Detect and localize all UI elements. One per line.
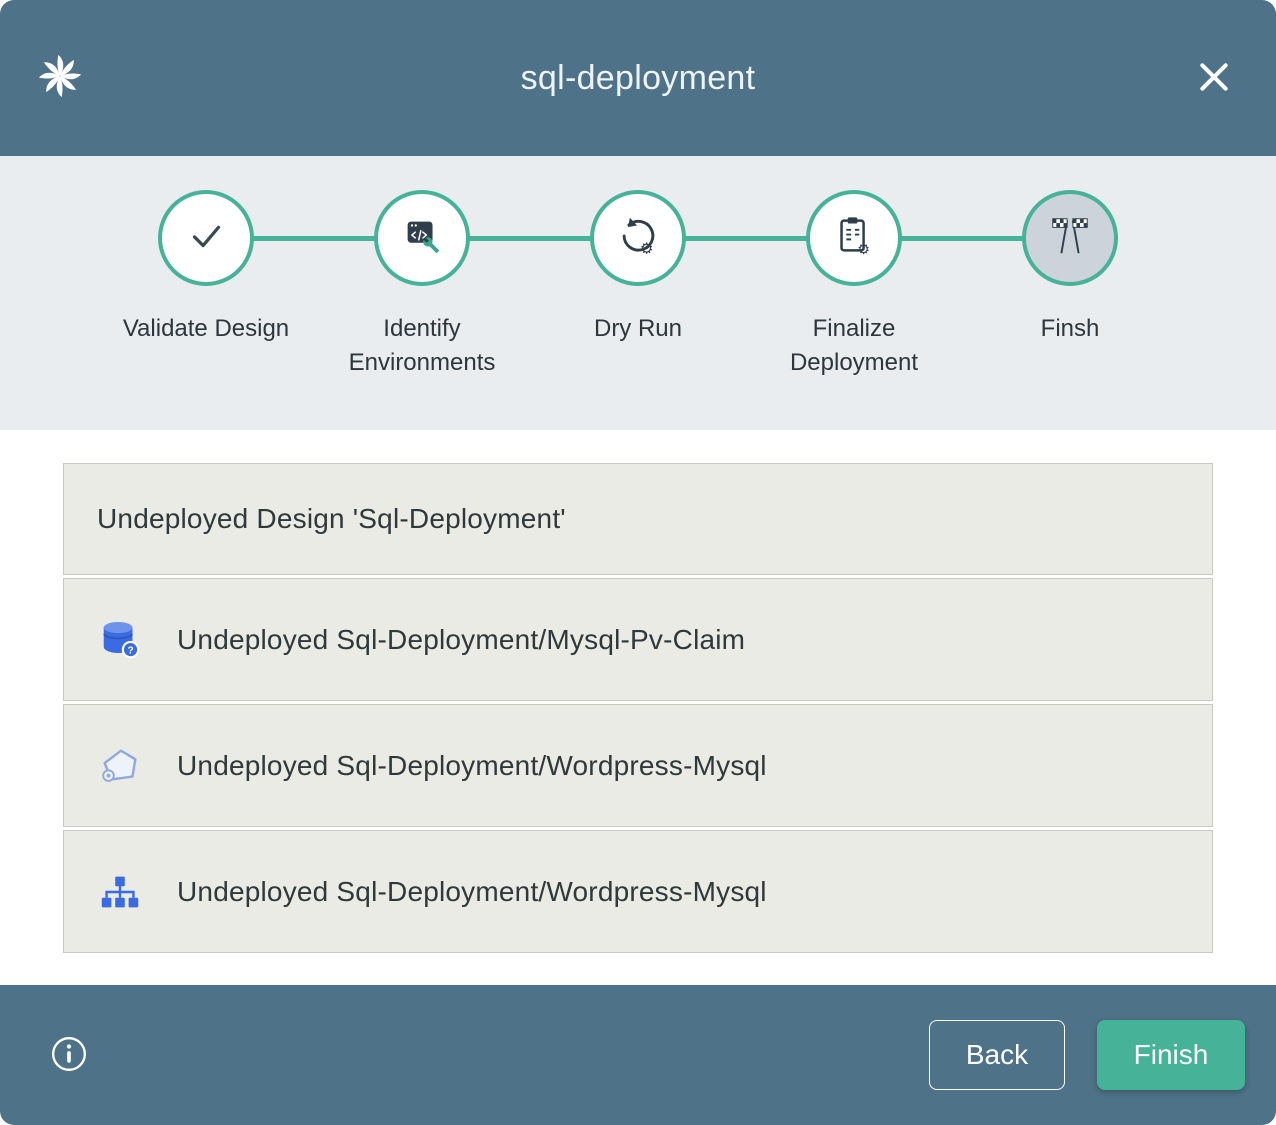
step-finish: Finsh: [962, 190, 1178, 430]
step-label: Finalize Deployment: [746, 312, 962, 379]
info-button[interactable]: [48, 1034, 90, 1076]
step-circle-dry-run[interactable]: ⚙: [590, 190, 686, 286]
close-icon: [1194, 85, 1234, 100]
meshery-logo-icon: [34, 50, 86, 102]
deployment-status-list: Undeployed Design 'Sql-Deployment' ? Und…: [0, 430, 1276, 985]
info-icon: [49, 1062, 89, 1077]
deployment-wizard-modal: sql-deployment Validate Design: [0, 0, 1276, 1125]
modal-footer: Back Finish: [0, 985, 1276, 1125]
status-row-wordpress-mysql-1: Undeployed Sql-Deployment/Wordpress-Mysq…: [63, 704, 1213, 827]
modal-header: sql-deployment: [0, 0, 1276, 156]
svg-text:⚙: ⚙: [640, 239, 654, 257]
step-dry-run: ⚙ Dry Run: [530, 190, 746, 430]
step-circle-finalize-deployment[interactable]: ⚙: [806, 190, 902, 286]
step-circle-validate-design[interactable]: [158, 190, 254, 286]
status-row-pv-claim: ? Undeployed Sql-Deployment/Mysql-Pv-Cla…: [63, 578, 1213, 701]
dry-run-icon: ⚙: [615, 213, 661, 264]
step-label: Dry Run: [594, 312, 682, 346]
step-label: Identify Environments: [314, 312, 530, 379]
step-validate-design: Validate Design: [98, 190, 314, 430]
svg-text:⚙: ⚙: [857, 242, 870, 258]
back-button[interactable]: Back: [929, 1020, 1065, 1090]
status-text: Undeployed Design 'Sql-Deployment': [97, 503, 566, 535]
check-icon: [183, 213, 229, 264]
status-text: Undeployed Sql-Deployment/Wordpress-Mysq…: [177, 750, 767, 782]
step-finalize-deployment: ⚙ Finalize Deployment: [746, 190, 962, 430]
step-identify-environments: Identify Environments: [314, 190, 530, 430]
status-text: Undeployed Sql-Deployment/Wordpress-Mysq…: [177, 876, 767, 908]
wizard-stepper: Validate Design Identify Environments: [0, 156, 1276, 430]
database-icon: ?: [97, 617, 143, 663]
modal-title: sql-deployment: [521, 59, 756, 98]
status-text: Undeployed Sql-Deployment/Mysql-Pv-Claim: [177, 624, 745, 656]
svg-text:?: ?: [127, 645, 133, 656]
pentagon-icon: [97, 743, 143, 789]
step-circle-identify-environments[interactable]: [374, 190, 470, 286]
code-wrench-icon: [399, 213, 445, 264]
tree-icon: [97, 869, 143, 915]
close-button[interactable]: [1192, 56, 1236, 100]
step-circle-finish[interactable]: [1022, 190, 1118, 286]
step-label: Finsh: [1041, 312, 1100, 346]
status-row-design: Undeployed Design 'Sql-Deployment': [63, 463, 1213, 575]
finish-button[interactable]: Finish: [1097, 1020, 1245, 1090]
clipboard-gear-icon: ⚙: [831, 213, 877, 264]
status-row-wordpress-mysql-2: Undeployed Sql-Deployment/Wordpress-Mysq…: [63, 830, 1213, 953]
step-label: Validate Design: [123, 312, 289, 346]
checkered-flags-icon: [1047, 213, 1093, 264]
